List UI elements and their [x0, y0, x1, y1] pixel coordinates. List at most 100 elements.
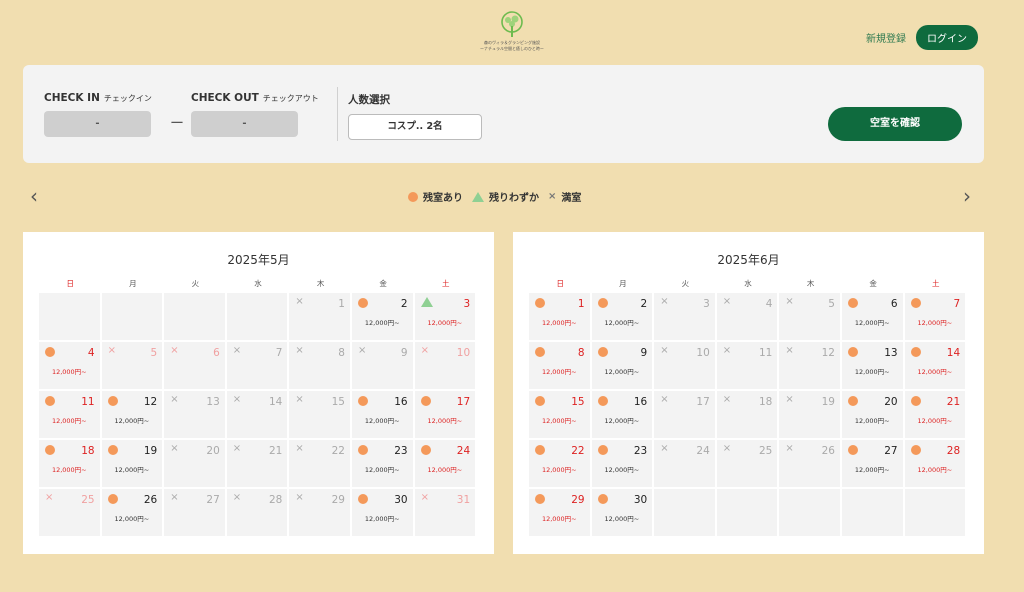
day-cell: × 1 [289, 293, 350, 340]
empty-day-cell [904, 489, 966, 536]
day-cell[interactable]: 15 12,000円~ [529, 391, 590, 438]
day-cell[interactable]: 30 12,000円~ [591, 489, 653, 536]
day-cell[interactable]: 17 12,000円~ [414, 391, 476, 438]
day-cell[interactable]: 3 12,000円~ [414, 293, 476, 340]
next-month-icon[interactable]: › [963, 186, 971, 206]
day-cell[interactable]: 11 12,000円~ [39, 391, 100, 438]
circle-icon [910, 396, 921, 406]
day-cell[interactable]: 29 12,000円~ [529, 489, 590, 536]
legend-few-left: 残りわずか [472, 189, 539, 204]
day-number: 8 [338, 347, 345, 359]
day-cell[interactable]: 23 12,000円~ [351, 440, 413, 487]
day-number: 13 [206, 396, 220, 408]
day-cell[interactable]: 28 12,000円~ [904, 440, 966, 487]
day-cell: × 11 [716, 342, 778, 389]
day-cell[interactable]: 21 12,000円~ [904, 391, 966, 438]
circle-icon [357, 445, 368, 455]
day-number: 5 [828, 298, 835, 310]
day-cell: × 19 [779, 391, 840, 438]
day-number: 7 [275, 347, 283, 359]
legend: 残室あり 残りわずか × 満室 [408, 189, 581, 204]
day-cell[interactable]: 30 12,000円~ [351, 489, 413, 536]
circle-icon [910, 445, 921, 455]
tree-logo-icon [501, 11, 523, 37]
day-number: 2 [400, 298, 408, 310]
day-number: 4 [765, 298, 773, 310]
check-availability-button[interactable]: 空室を確認 [828, 107, 962, 141]
day-cell: × 5 [779, 293, 840, 340]
day-number: 6 [890, 298, 898, 310]
day-cell[interactable]: 20 12,000円~ [841, 391, 903, 438]
day-price: 12,000円~ [854, 368, 890, 376]
day-cell[interactable]: 4 12,000円~ [39, 342, 100, 389]
day-number: 24 [696, 445, 710, 457]
checkout-label: CHECK OUT チェックアウト [191, 92, 319, 104]
day-number: 1 [577, 298, 585, 310]
day-cell: × 9 [351, 342, 413, 389]
day-cell: × 18 [716, 391, 778, 438]
weekday-label: 火 [681, 279, 690, 288]
login-button[interactable]: ログイン [916, 25, 978, 50]
circle-icon [847, 396, 858, 406]
checkout-field[interactable]: - [191, 111, 298, 137]
weekday-label: 月 [129, 279, 137, 288]
day-price: 12,000円~ [114, 515, 150, 523]
circle-icon [535, 396, 545, 406]
day-cell: × 27 [164, 489, 225, 536]
checkin-label: CHECK IN チェックイン [44, 92, 152, 104]
circle-icon [535, 298, 545, 308]
circle-icon [357, 396, 368, 406]
cross-icon: × [785, 296, 794, 307]
day-number: 24 [456, 445, 471, 457]
day-cell[interactable]: 7 12,000円~ [904, 293, 966, 340]
day-price: 12,000円~ [604, 466, 640, 474]
circle-icon [597, 494, 608, 504]
circle-icon [357, 494, 368, 504]
register-link[interactable]: 新規登録 [866, 30, 906, 45]
day-price: 12,000円~ [364, 319, 400, 327]
day-cell[interactable]: 19 12,000円~ [101, 440, 163, 487]
day-cell[interactable]: 12 12,000円~ [101, 391, 163, 438]
day-number: 17 [456, 396, 471, 408]
day-number: 21 [269, 445, 283, 457]
day-cell: × 5 [101, 342, 163, 389]
cross-icon: × [722, 345, 732, 356]
day-cell: × 7 [226, 342, 288, 389]
day-cell[interactable]: 22 12,000円~ [529, 440, 590, 487]
day-cell[interactable]: 18 12,000円~ [39, 440, 100, 487]
prev-month-icon[interactable]: ‹ [30, 186, 38, 206]
day-cell[interactable]: 1 12,000円~ [529, 293, 590, 340]
day-price: 12,000円~ [364, 466, 400, 474]
day-cell[interactable]: 6 12,000円~ [841, 293, 903, 340]
circle-icon [597, 298, 608, 308]
guests-select[interactable]: コスプ.. 2名 [348, 114, 482, 140]
day-price: 12,000円~ [541, 515, 577, 523]
day-number: 8 [577, 347, 585, 359]
checkin-field[interactable]: - [44, 111, 151, 137]
day-cell[interactable]: 13 12,000円~ [841, 342, 903, 389]
day-price: 12,000円~ [541, 368, 577, 376]
calendar-month: 2025年6月 日月火水木金土 1 12,000円~ 2 12,000円~ × 3 × 4 × 5… [513, 232, 984, 554]
triangle-icon [472, 191, 484, 202]
circle-icon [45, 445, 55, 455]
day-cell[interactable]: 2 12,000円~ [591, 293, 653, 340]
day-cell[interactable]: 2 12,000円~ [351, 293, 413, 340]
circle-icon [535, 445, 545, 455]
day-cell[interactable]: 16 12,000円~ [591, 391, 653, 438]
day-number: 20 [884, 396, 898, 408]
site-logo[interactable]: 森のヴィラ＆グランピング施設 ーナチュラル空間と癒しのひと時ー [472, 10, 552, 56]
day-number: 7 [953, 298, 961, 310]
day-number: 27 [884, 445, 898, 457]
day-cell[interactable]: 27 12,000円~ [841, 440, 903, 487]
circle-icon [597, 347, 608, 357]
day-cell: × 20 [164, 440, 225, 487]
day-price: 12,000円~ [854, 417, 890, 425]
day-cell[interactable]: 9 12,000円~ [591, 342, 653, 389]
day-cell[interactable]: 24 12,000円~ [414, 440, 476, 487]
checkin-group: CHECK IN チェックイン - [44, 92, 152, 137]
day-cell[interactable]: 14 12,000円~ [904, 342, 966, 389]
day-cell[interactable]: 26 12,000円~ [101, 489, 163, 536]
day-cell[interactable]: 16 12,000円~ [351, 391, 413, 438]
day-cell[interactable]: 23 12,000円~ [591, 440, 653, 487]
day-cell[interactable]: 8 12,000円~ [529, 342, 590, 389]
